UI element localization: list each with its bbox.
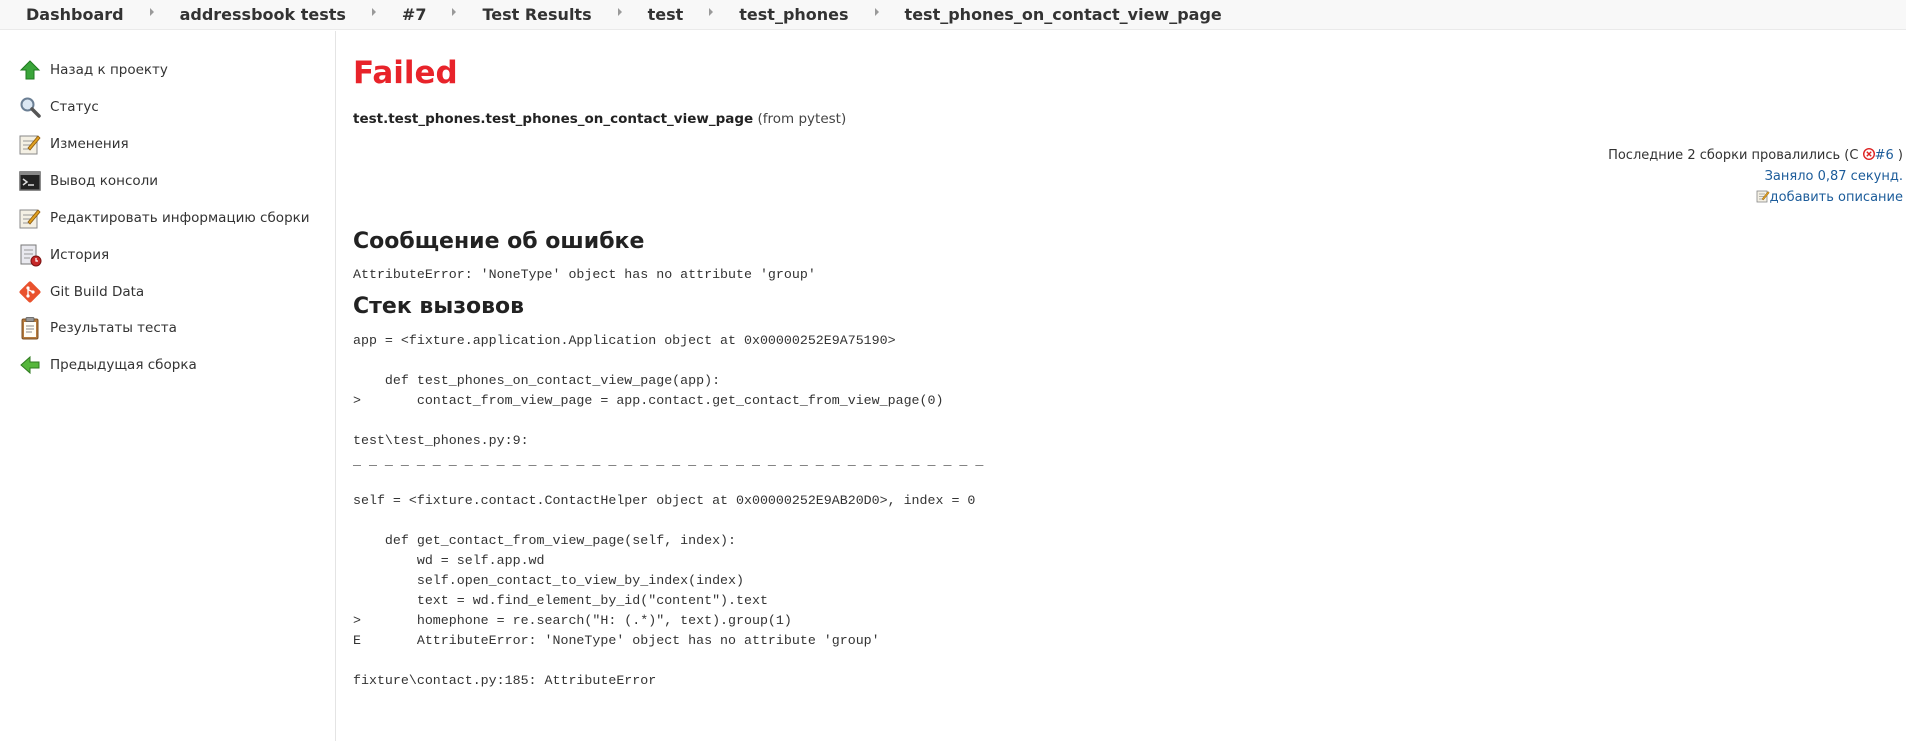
breadcrumb-separator-icon: [149, 7, 154, 16]
up-arrow-icon: [18, 58, 42, 82]
breadcrumb-class[interactable]: test_phones: [739, 5, 848, 24]
duration: Заняло 0,87 секунд.: [1608, 166, 1903, 187]
test-identifier: test.test_phones.test_phones_on_contact_…: [353, 111, 846, 127]
error-message: AttributeError: 'NoneType' object has no…: [353, 267, 816, 282]
notepad-icon: [18, 132, 42, 156]
sidebar-item-previous-build[interactable]: Предыдущая сборка: [18, 351, 197, 379]
breadcrumb-separator-icon: [452, 7, 457, 16]
breadcrumb-test-case[interactable]: test_phones_on_contact_view_page: [905, 5, 1222, 24]
sidebar-item-edit-build-info[interactable]: Редактировать информацию сборки: [18, 204, 310, 232]
breadcrumb: Dashboard addressbook tests #7 Test Resu…: [0, 0, 1906, 30]
history-icon: [18, 243, 42, 267]
breadcrumb-separator-icon: [371, 7, 376, 16]
clipboard-icon: [18, 316, 42, 340]
build-info-panel: Последние 2 сборки провалились (С #6 ) З…: [1608, 145, 1903, 208]
breadcrumb-separator-icon: [709, 7, 714, 16]
sidebar-item-changes[interactable]: Изменения: [18, 130, 129, 158]
notepad-icon: [18, 206, 42, 230]
add-description-link[interactable]: добавить описание: [1770, 190, 1903, 205]
failing-since: Последние 2 сборки провалились (С #6 ): [1608, 145, 1903, 166]
add-description[interactable]: добавить описание: [1608, 187, 1903, 208]
sidebar-item-test-results[interactable]: Результаты теста: [18, 314, 177, 342]
sidebar-item-console-output[interactable]: Вывод консоли: [18, 167, 158, 195]
page-title: Failed: [353, 55, 458, 91]
breadcrumb-build[interactable]: #7: [402, 5, 427, 24]
breadcrumb-package[interactable]: test: [648, 5, 684, 24]
breadcrumb-test-results[interactable]: Test Results: [482, 5, 591, 24]
failing-since-close: ): [1897, 148, 1903, 163]
notepad-icon: [1756, 189, 1770, 203]
breadcrumb-dashboard[interactable]: Dashboard: [26, 5, 124, 24]
sidebar-item-status[interactable]: Статус: [18, 93, 99, 121]
duration-link[interactable]: Заняло 0,87 секунд.: [1765, 169, 1903, 184]
test-source: (from pytest): [757, 111, 847, 127]
test-name: test.test_phones.test_phones_on_contact_…: [353, 111, 754, 127]
failing-since-text: Последние 2 сборки провалились (С: [1608, 148, 1859, 163]
left-arrow-icon: [18, 353, 42, 377]
git-icon: [18, 280, 42, 304]
stacktrace: app = <fixture.application.Application o…: [353, 333, 984, 688]
sidebar-item-back-to-project[interactable]: Назад к проекту: [18, 56, 168, 84]
error-message-heading: Сообщение об ошибке: [353, 229, 645, 254]
failed-build-icon: [1862, 146, 1875, 161]
sidebar-item-history[interactable]: История: [18, 241, 109, 269]
sidebar-item-git-build-data[interactable]: Git Build Data: [18, 278, 144, 306]
sidebar: Назад к проекту Статус Изменения Вывод к…: [0, 31, 336, 741]
terminal-icon: [18, 169, 42, 193]
main-content: Failed test.test_phones.test_phones_on_c…: [353, 31, 1906, 741]
breadcrumb-separator-icon: [617, 7, 622, 16]
magnifier-icon: [18, 95, 42, 119]
breadcrumb-project[interactable]: addressbook tests: [180, 5, 346, 24]
failing-since-build-link[interactable]: #6: [1875, 148, 1894, 163]
stacktrace-heading: Стек вызовов: [353, 294, 525, 319]
breadcrumb-separator-icon: [874, 7, 879, 16]
